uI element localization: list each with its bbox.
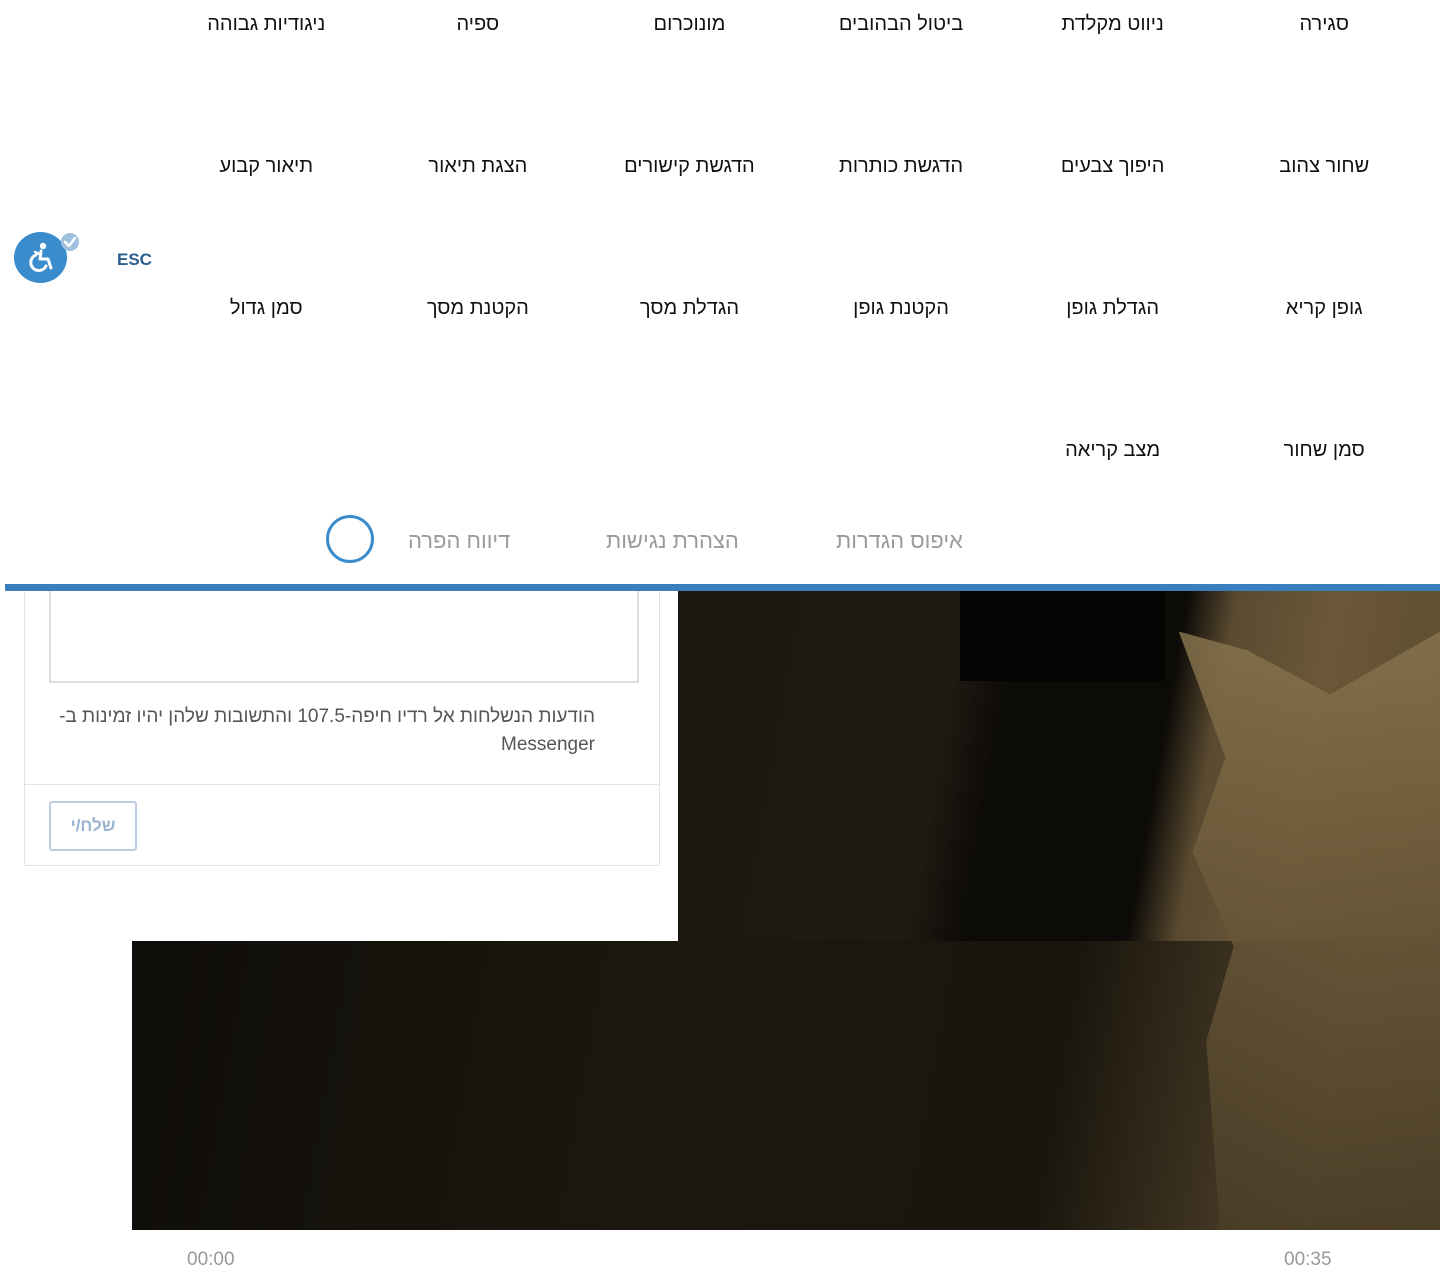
menu-readable-font[interactable]: גופן קריא	[1218, 284, 1430, 426]
check-icon	[60, 232, 80, 252]
video-shadow	[960, 591, 1165, 681]
messenger-widget: הודעות הנשלחות אל רדיו חיפה-107.5 והתשוב…	[24, 591, 660, 866]
menu-invert-colors[interactable]: היפוך צבעים	[1007, 142, 1219, 284]
menu-zoom-in[interactable]: הגדלת מסך	[584, 284, 796, 426]
menu-black-yellow[interactable]: שחור צהוב	[1218, 142, 1430, 284]
message-input[interactable]	[49, 591, 639, 683]
menu-decrease-font[interactable]: הקטנת גופן	[795, 284, 1007, 426]
reset-settings-link[interactable]: איפוס הגדרות	[836, 528, 963, 554]
menu-increase-font[interactable]: הגדלת גופן	[1007, 284, 1219, 426]
menu-zoom-out[interactable]: הקטנת מסך	[372, 284, 584, 426]
send-button[interactable]: שלח/י	[49, 801, 137, 851]
menu-high-contrast[interactable]: ניגודיות גבוהה	[160, 0, 372, 142]
menu-monochrome[interactable]: מונוכרום	[584, 0, 796, 142]
divider	[25, 784, 659, 785]
menu-show-description[interactable]: הצגת תיאור	[372, 142, 584, 284]
accessibility-footer: איפוס הגדרות הצהרת נגישות דיווח הפרה	[0, 520, 1450, 564]
menu-keyboard-navigation[interactable]: ניווט מקלדת	[1007, 0, 1219, 142]
messenger-note: הודעות הנשלחות אל רדיו חיפה-107.5 והתשוב…	[59, 706, 595, 755]
focus-ring-icon	[326, 515, 374, 563]
current-time: 00:00	[187, 1249, 235, 1270]
duration-time: 00:35	[1284, 1249, 1332, 1270]
report-violation-link[interactable]: דיווח הפרה	[408, 528, 510, 554]
accessibility-panel: סגירה ניווט מקלדת ביטול הבהובים מונוכרום…	[0, 0, 1450, 584]
menu-sepia[interactable]: ספיה	[372, 0, 584, 142]
menu-fixed-description[interactable]: תיאור קבוע	[160, 142, 372, 284]
menu-big-cursor[interactable]: סמן גדול	[160, 284, 372, 426]
accessibility-statement-link[interactable]: הצהרת נגישות	[606, 528, 739, 554]
esc-button[interactable]: ESC	[117, 250, 152, 270]
divider-bar	[5, 584, 1440, 591]
menu-highlight-links[interactable]: הדגשת קישורים	[584, 142, 796, 284]
accessibility-menu-grid: סגירה ניווט מקלדת ביטול הבהובים מונוכרום…	[160, 0, 1430, 490]
menu-highlight-headings[interactable]: הדגשת כותרות	[795, 142, 1007, 284]
menu-disable-blinking[interactable]: ביטול הבהובים	[795, 0, 1007, 142]
menu-close[interactable]: סגירה	[1218, 0, 1430, 142]
